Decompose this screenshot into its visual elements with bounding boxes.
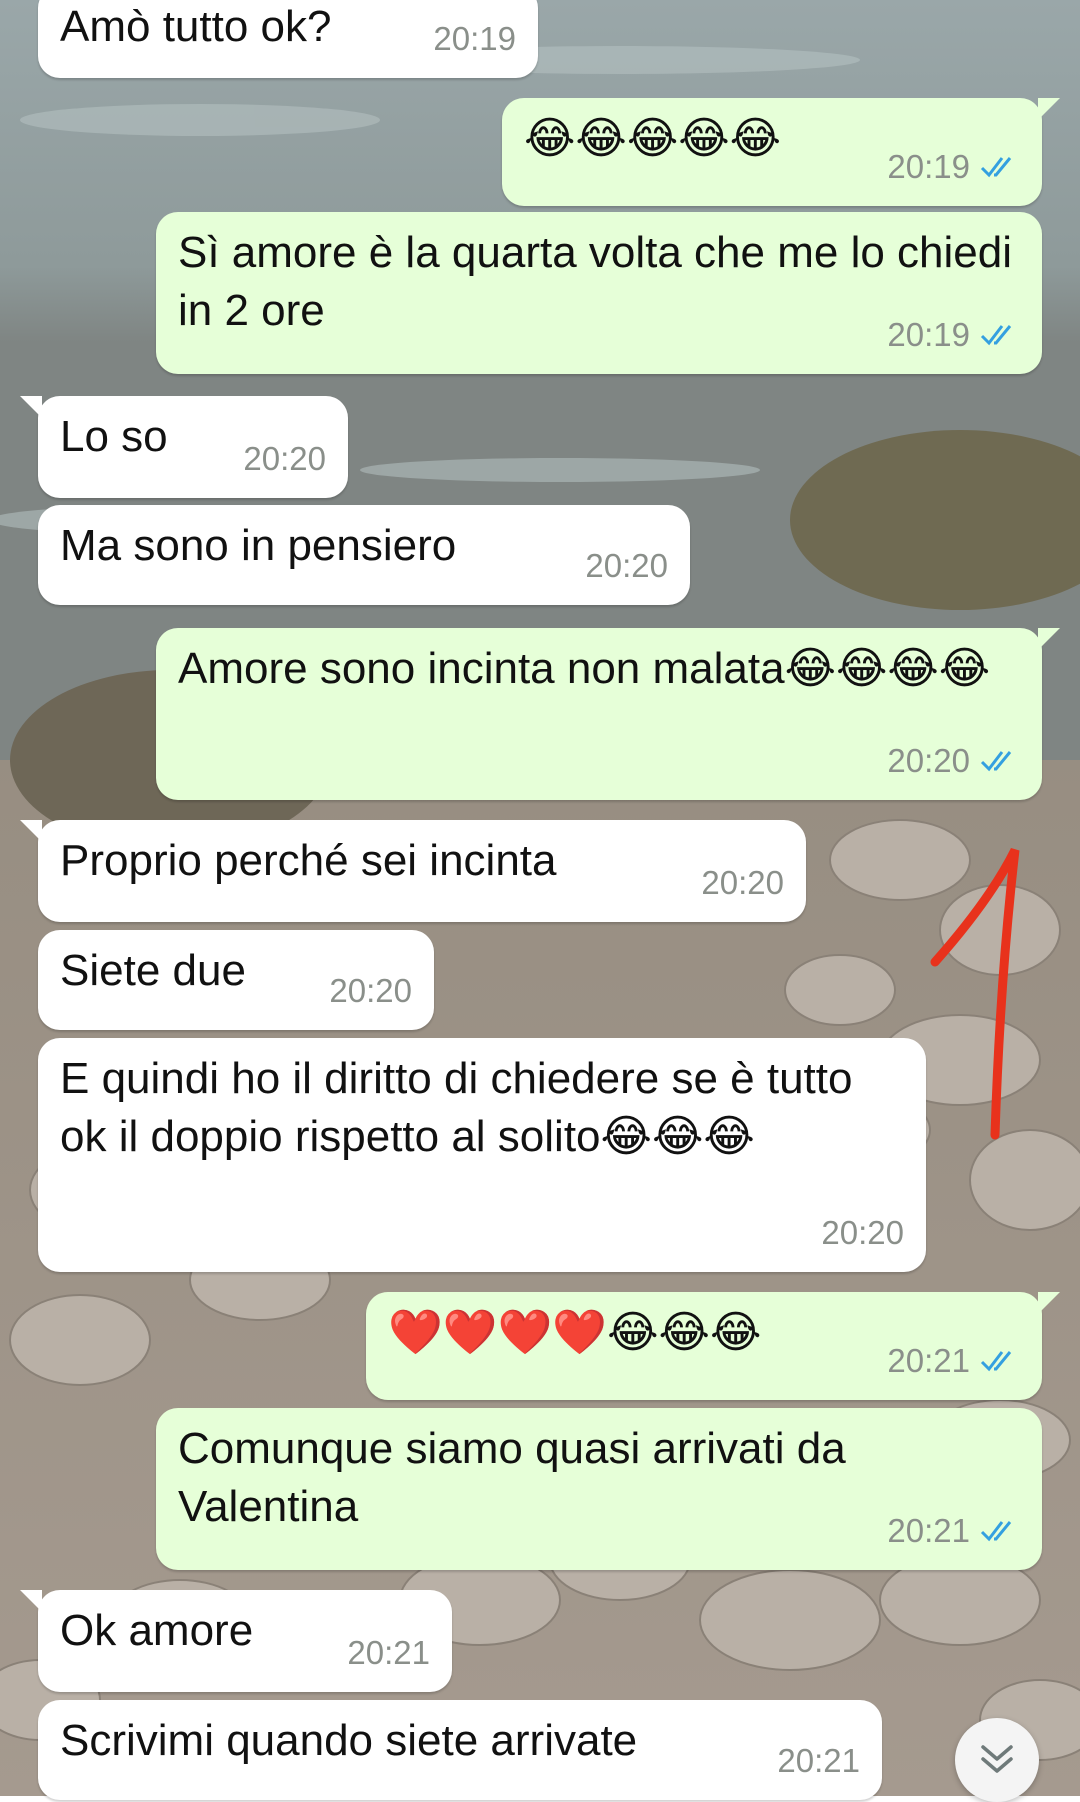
message-time: 20:19 xyxy=(887,316,970,353)
message-time: 20:21 xyxy=(887,1342,970,1379)
message-time: 20:20 xyxy=(821,1214,904,1251)
message-text: Lo so xyxy=(60,412,168,461)
message-text: Proprio perché sei incinta xyxy=(60,836,557,885)
message-text: Comunque siamo quasi arrivati da Valenti… xyxy=(178,1424,858,1531)
double-chevron-down-icon xyxy=(981,1745,1013,1773)
message-incoming[interactable]: E quindi ho il diritto di chiedere se è … xyxy=(38,1038,926,1272)
message-outgoing[interactable]: Sì amore è la quarta volta che me lo chi… xyxy=(156,212,1042,374)
message-text: E quindi ho il diritto di chiedere se è … xyxy=(60,1054,865,1161)
message-text: Siete due xyxy=(60,946,246,995)
message-time: 20:20 xyxy=(701,864,784,901)
message-time: 20:20 xyxy=(329,972,412,1009)
message-text: Ma sono in pensiero xyxy=(60,521,457,570)
message-time: 20:20 xyxy=(887,742,970,779)
message-text: 😂😂😂😂😂 xyxy=(524,114,782,163)
double-check-icon xyxy=(980,751,1012,772)
scroll-to-bottom-button[interactable] xyxy=(955,1718,1039,1802)
message-incoming[interactable]: Siete due 20:20 xyxy=(38,930,434,1030)
double-check-icon xyxy=(980,1351,1012,1372)
message-outgoing[interactable]: Comunque siamo quasi arrivati da Valenti… xyxy=(156,1408,1042,1570)
message-text: Amore sono incinta non malata😂😂😂😂 xyxy=(178,644,991,693)
message-time: 20:20 xyxy=(243,440,326,477)
message-incoming[interactable]: Proprio perché sei incinta 20:20 xyxy=(20,820,806,922)
double-check-icon xyxy=(980,157,1012,178)
message-time: 20:19 xyxy=(887,148,970,185)
double-check-icon xyxy=(980,325,1012,346)
message-incoming[interactable]: Scrivimi quando siete arrivate 20:21 xyxy=(38,1700,882,1800)
message-time: 20:19 xyxy=(433,20,516,57)
message-text: Scrivimi quando siete arrivate xyxy=(60,1716,638,1765)
message-text: Amò tutto ok? xyxy=(60,2,332,51)
message-incoming[interactable]: Amò tutto ok? 20:19 xyxy=(38,0,538,78)
message-time: 20:20 xyxy=(585,547,668,584)
message-outgoing[interactable]: Amore sono incinta non malata😂😂😂😂 20:20 xyxy=(156,628,1060,800)
message-outgoing[interactable]: 😂😂😂😂😂 20:19 xyxy=(502,98,1060,206)
message-text: ❤️❤️❤️❤️😂😂😂 xyxy=(388,1308,762,1357)
message-incoming[interactable]: Ok amore 20:21 xyxy=(20,1590,452,1692)
message-incoming[interactable]: Lo so 20:20 xyxy=(20,396,348,498)
message-time: 20:21 xyxy=(777,1742,860,1779)
message-incoming[interactable]: Ma sono in pensiero 20:20 xyxy=(38,505,690,605)
message-time: 20:21 xyxy=(347,1634,430,1671)
message-outgoing[interactable]: ❤️❤️❤️❤️😂😂😂 20:21 xyxy=(366,1292,1060,1400)
double-check-icon xyxy=(980,1521,1012,1542)
message-text: Ok amore xyxy=(60,1606,254,1655)
message-time: 20:21 xyxy=(887,1512,970,1549)
